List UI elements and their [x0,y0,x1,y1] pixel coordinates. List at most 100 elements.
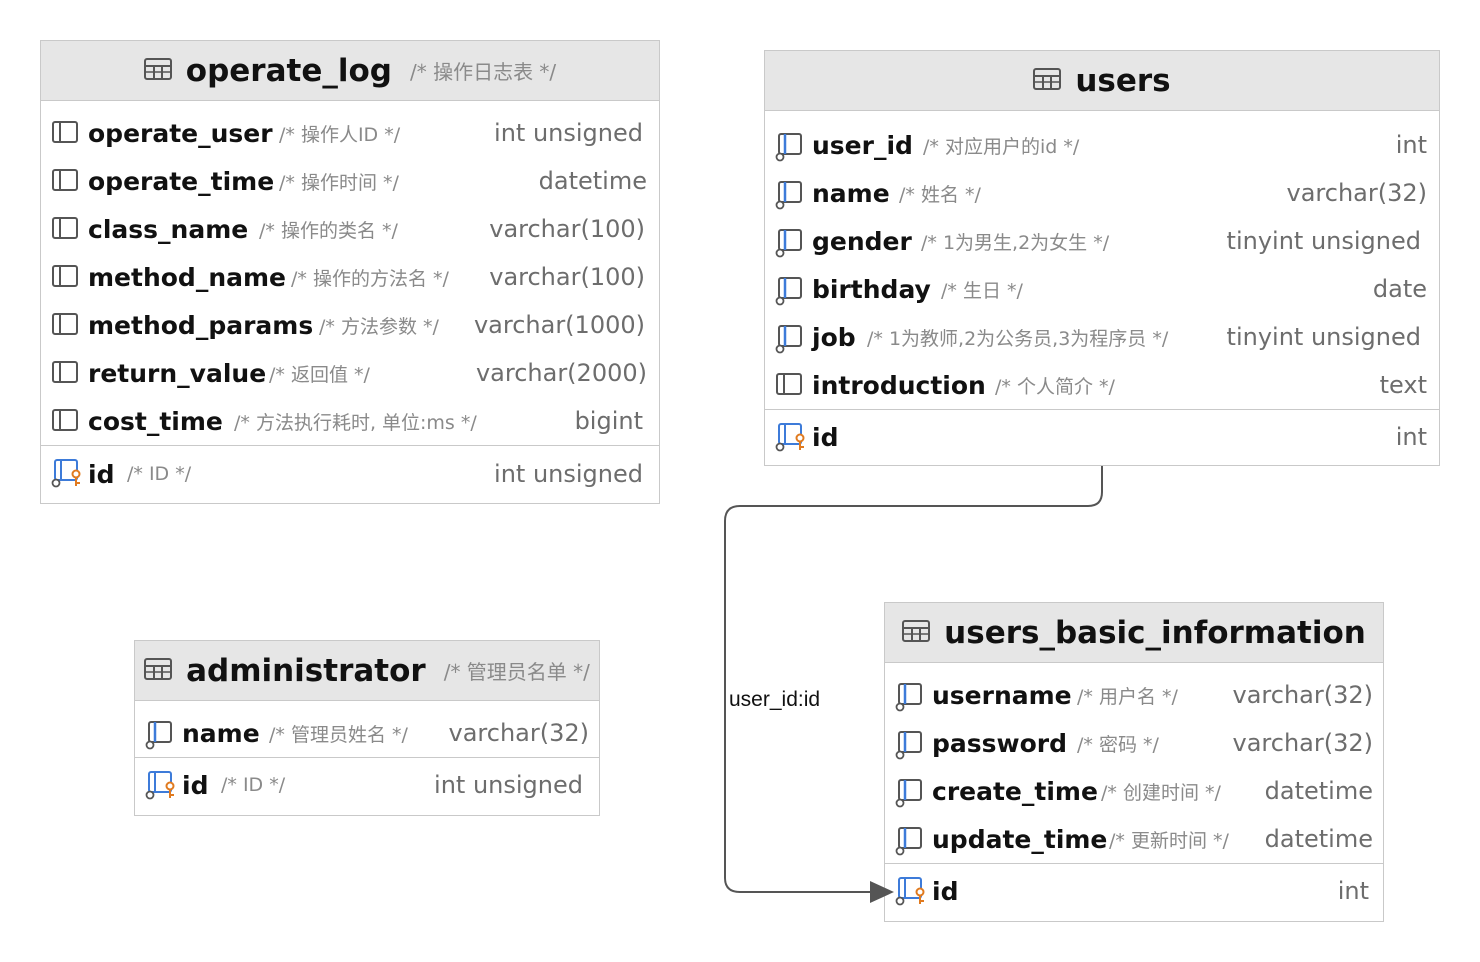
column-comment: /* 操作人ID */ [279,123,401,146]
column-row[interactable]: return_value /* 返回值 */ varchar(2000) [41,349,659,397]
table-name: operate_log [185,52,392,89]
table-icon [1033,67,1062,95]
table-name: users [1075,62,1171,99]
column-name: id [182,770,209,800]
column-row[interactable]: introduction /* 个人简介 */ text [765,361,1439,409]
column-icon [775,372,803,402]
column-name: username [932,680,1072,710]
column-type: int [1395,423,1427,451]
column-icon [51,312,79,342]
primary-key-icon [775,422,809,456]
column-comment: /* 个人简介 */ [995,375,1115,398]
column-comment: /* 方法执行耗时, 单位:ms */ [234,411,477,434]
column-comment: /* 1为男生,2为女生 */ [921,231,1110,254]
column-row[interactable]: class_name /* 操作的类名 */ varchar(100) [41,205,659,253]
column-type: varchar(32) [448,719,590,747]
column-name: class_name [88,214,249,244]
column-name: user_id [812,130,913,160]
column-icon [51,216,79,246]
table-administrator[interactable]: administrator /* 管理员名单 */ name /* 管理员姓名 … [134,640,600,816]
column-comment: /* 操作的类名 */ [259,219,398,242]
column-row[interactable]: method_name /* 操作的方法名 */ varchar(100) [41,253,659,301]
table-comment: /* 管理员名单 */ [443,660,590,684]
not-null-column-icon [775,228,809,262]
column-row[interactable]: name /* 管理员姓名 */ varchar(32) [135,709,599,757]
not-null-column-icon [895,730,929,764]
column-row[interactable]: create_time /* 创建时间 */ datetime [885,767,1383,815]
column-row[interactable]: password /* 密码 */ varchar(32) [885,719,1383,767]
column-type: tinyint unsigned [1226,323,1421,351]
column-row[interactable]: operate_user /* 操作人ID */ int unsigned [41,109,659,157]
column-row[interactable]: user_id /* 对应用户的id */ int [765,121,1439,169]
column-comment: /* 操作的方法名 */ [291,267,449,290]
column-type: datetime [538,167,647,195]
table-header[interactable]: administrator /* 管理员名单 */ [135,641,599,701]
column-type: datetime [1264,825,1373,853]
column-row[interactable]: update_time /* 更新时间 */ datetime [885,815,1383,863]
column-type: bigint [574,407,643,435]
column-type: varchar(32) [1232,729,1374,757]
table-icon [143,57,172,85]
column-name: return_value [88,358,267,388]
column-row[interactable]: operate_time /* 操作时间 */ datetime [41,157,659,205]
column-comment: /* 1为教师,2为公务员,3为程序员 */ [867,327,1169,350]
column-comment: /* 方法参数 */ [319,315,439,338]
column-type: int unsigned [434,771,583,799]
not-null-column-icon [895,682,929,716]
not-null-column-icon [775,276,809,310]
primary-key-row[interactable]: id int [885,863,1383,918]
column-icon [51,168,79,198]
column-name: operate_time [88,166,275,196]
column-name: id [88,459,115,489]
table-header[interactable]: users [765,51,1439,111]
column-name: update_time [932,824,1108,854]
column-icon [51,408,79,438]
not-null-column-icon [145,720,179,754]
table-users-basic-information[interactable]: users_basic_information username /* 用户名 … [884,602,1384,922]
primary-key-icon [51,458,85,492]
column-name: cost_time [88,406,223,436]
column-type: varchar(1000) [473,311,645,339]
column-name: password [932,728,1068,758]
column-row[interactable]: username /* 用户名 */ varchar(32) [885,671,1383,719]
column-name: method_params [88,310,314,340]
column-type: int unsigned [494,460,643,488]
column-type: text [1379,371,1427,399]
column-type: date [1372,275,1427,303]
table-icon [902,619,931,647]
column-row[interactable]: job /* 1为教师,2为公务员,3为程序员 */ tinyint unsig… [765,313,1439,361]
column-comment: /* 返回值 */ [269,363,370,386]
column-comment: /* 更新时间 */ [1109,829,1229,852]
column-name: job [812,322,856,352]
primary-key-row[interactable]: id int [765,409,1439,464]
column-type: datetime [1264,777,1373,805]
column-type: tinyint unsigned [1226,227,1421,255]
column-name: birthday [812,274,931,304]
primary-key-icon [145,770,179,804]
table-icon [144,657,173,685]
column-comment: /* 密码 */ [1077,733,1159,756]
column-comment: /* ID */ [127,463,192,485]
table-operate-log[interactable]: operate_log /* 操作日志表 */ operate_user /* … [40,40,660,504]
column-icon [51,264,79,294]
not-null-column-icon [775,132,809,166]
column-row[interactable]: gender /* 1为男生,2为女生 */ tinyint unsigned [765,217,1439,265]
primary-key-row[interactable]: id /* ID */ int unsigned [135,757,599,812]
column-name: introduction [812,370,986,400]
table-name: users_basic_information [944,614,1366,651]
table-users[interactable]: users user_id /* 对应用户的id */ int name /* … [764,50,1440,466]
column-type: varchar(32) [1232,681,1374,709]
column-row[interactable]: birthday /* 生日 */ date [765,265,1439,313]
column-type: int [1337,877,1369,905]
not-null-column-icon [895,826,929,860]
table-header[interactable]: operate_log /* 操作日志表 */ [41,41,659,101]
column-row[interactable]: method_params /* 方法参数 */ varchar(1000) [41,301,659,349]
column-name: name [812,178,890,208]
primary-key-row[interactable]: id /* ID */ int unsigned [41,445,659,502]
column-name: operate_user [88,118,273,148]
table-header[interactable]: users_basic_information [885,603,1383,663]
column-row[interactable]: cost_time /* 方法执行耗时, 单位:ms */ bigint [41,397,659,445]
column-name: create_time [932,776,1098,806]
not-null-column-icon [895,778,929,812]
column-row[interactable]: name /* 姓名 */ varchar(32) [765,169,1439,217]
